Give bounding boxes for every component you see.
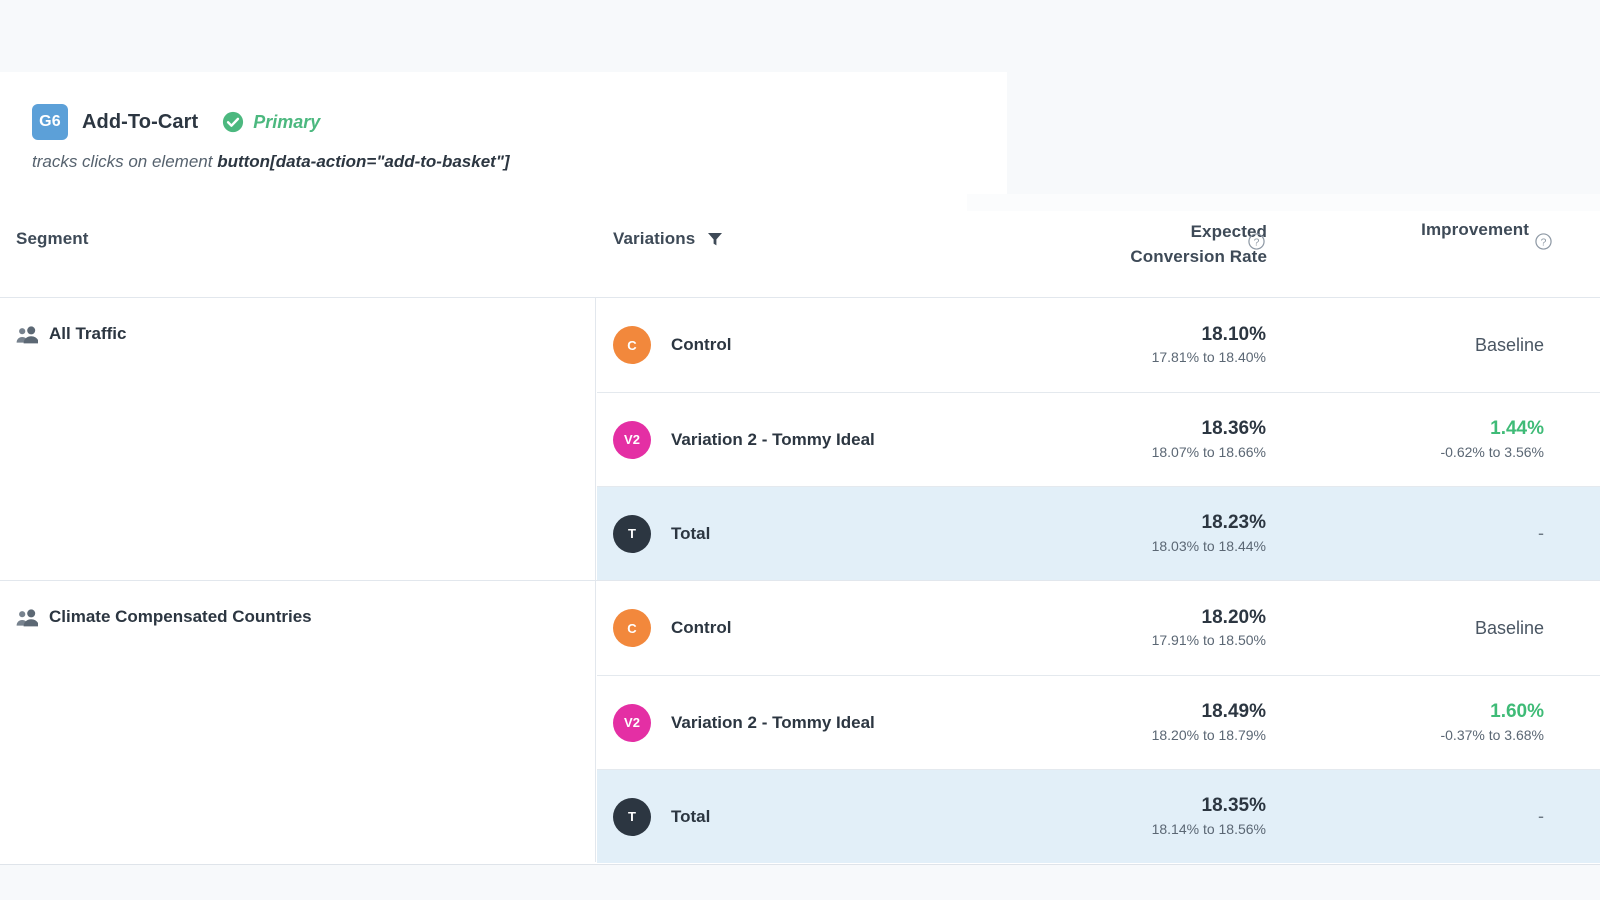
improvement-cell: -: [1333, 523, 1600, 544]
expected-conversion-rate-value: 18.49%: [1201, 701, 1266, 723]
improvement-interval: -0.62% to 3.56%: [1440, 443, 1544, 460]
table-row[interactable]: V2 Variation 2 - Tommy Ideal 18.36% 18.07% …: [597, 392, 1600, 486]
goal-description-selector: button[data-action="add-to-basket"]: [217, 152, 510, 171]
goal-badge: G6: [32, 104, 68, 140]
avatar: C: [613, 326, 651, 364]
variation-name: Variation 2 - Tommy Ideal: [671, 429, 875, 449]
expected-conversion-rate-value: 18.10%: [1201, 323, 1266, 345]
primary-status: Primary: [222, 111, 320, 133]
variation-cell: T Total: [597, 797, 967, 836]
expected-cr-line-2: Conversion Rate: [1130, 246, 1267, 266]
improvement-value: 1.60%: [1490, 701, 1544, 723]
expected-conversion-rate-interval: 17.81% to 18.40%: [1151, 349, 1266, 366]
column-header-variations[interactable]: Variations: [613, 229, 723, 249]
improvement-value: -: [1538, 523, 1544, 543]
improvement-value: Baseline: [1474, 617, 1544, 638]
variation-rows: C Control 18.10% 17.81% to 18.40% Baseline V2…: [597, 298, 1600, 580]
results-table-body: All Traffic C Control 18.10% 17.81% to 18.40…: [0, 297, 1600, 865]
expected-conversion-rate-value: 18.36%: [1201, 418, 1266, 440]
variation-name: Total: [671, 806, 711, 826]
expected-conversion-rate-value: 18.20%: [1201, 606, 1266, 628]
segment-group: Climate Compensated Countries C Control 18.…: [0, 580, 1600, 863]
goal-card: G6 Add-To-Cart Primary tracks clicks on …: [0, 72, 1007, 194]
avatar: T: [613, 514, 651, 553]
improvement-cell: Baseline: [1333, 333, 1600, 357]
segment-cell[interactable]: Climate Compensated Countries: [0, 581, 596, 862]
improvement-value: -: [1538, 806, 1544, 826]
variation-name: Variation 2 - Tommy Ideal: [671, 712, 875, 732]
avatar: C: [613, 609, 651, 647]
expected-conversion-rate-cell: 18.23% 18.03% to 18.44%: [967, 510, 1333, 557]
segment-cell[interactable]: All Traffic: [0, 298, 596, 580]
help-circle-icon-improvement[interactable]: ?: [1535, 233, 1552, 250]
goal-description: tracks clicks on element button[data-act…: [32, 152, 510, 172]
improvement-cell: 1.44% -0.62% to 3.56%: [1333, 416, 1600, 463]
expected-conversion-rate-value: 18.35%: [1201, 795, 1266, 817]
improvement-cell: -: [1333, 806, 1600, 827]
column-header-expected-conversion-rate: Expected Conversion Rate: [967, 220, 1267, 269]
goal-description-prefix: tracks clicks on element: [32, 152, 218, 171]
table-header: Segment Variations Expected Conversion R…: [0, 194, 1600, 297]
expected-conversion-rate-cell: 18.35% 18.14% to 18.56%: [967, 793, 1333, 840]
users-icon: [16, 324, 38, 344]
expected-conversion-rate-value: 18.23%: [1201, 512, 1266, 534]
segment-group: All Traffic C Control 18.10% 17.81% to 18.40…: [0, 298, 1600, 580]
avatar: V2: [613, 703, 651, 742]
variation-name: Control: [671, 618, 732, 637]
improvement-cell: 1.60% -0.37% to 3.68%: [1333, 699, 1600, 746]
table-row[interactable]: T Total 18.35% 18.14% to 18.56% -: [597, 769, 1600, 863]
expected-conversion-rate-cell: 18.20% 17.91% to 18.50%: [967, 605, 1333, 652]
improvement-cell: Baseline: [1333, 616, 1600, 640]
svg-text:?: ?: [1541, 237, 1547, 248]
variation-cell: V2 Variation 2 - Tommy Ideal: [597, 703, 967, 742]
expected-conversion-rate-interval: 18.03% to 18.44%: [1151, 537, 1266, 554]
goal-header-row: G6 Add-To-Cart Primary: [32, 104, 320, 140]
expected-conversion-rate-interval: 18.07% to 18.66%: [1151, 443, 1266, 460]
avatar: V2: [613, 420, 651, 459]
expected-conversion-rate-cell: 18.49% 18.20% to 18.79%: [967, 699, 1333, 746]
column-header-improvement: Improvement: [1421, 220, 1529, 239]
expected-conversion-rate-interval: 18.20% to 18.79%: [1151, 726, 1266, 743]
help-circle-icon-expected-cr[interactable]: ?: [1248, 233, 1265, 250]
svg-text:?: ?: [1254, 237, 1260, 248]
variation-cell: C Control: [597, 609, 967, 647]
segment-label: Climate Compensated Countries: [49, 607, 312, 626]
table-row[interactable]: V2 Variation 2 - Tommy Ideal 18.49% 18.20% …: [597, 675, 1600, 769]
primary-label: Primary: [253, 111, 321, 132]
table-row[interactable]: C Control 18.20% 17.91% to 18.50% Baseline: [597, 581, 1600, 675]
variation-name: Control: [671, 335, 732, 354]
table-row[interactable]: C Control 18.10% 17.81% to 18.40% Baseline: [597, 298, 1600, 392]
expected-conversion-rate-interval: 17.91% to 18.50%: [1151, 632, 1266, 649]
check-circle-icon: [222, 111, 244, 133]
variation-cell: C Control: [597, 326, 967, 364]
avatar: T: [613, 797, 651, 836]
table-row[interactable]: T Total 18.23% 18.03% to 18.44% -: [597, 486, 1600, 580]
column-header-variations-label: Variations: [613, 229, 696, 248]
improvement-value: 1.44%: [1490, 418, 1544, 440]
expected-conversion-rate-interval: 18.14% to 18.56%: [1151, 820, 1266, 837]
results-page: G6 Add-To-Cart Primary tracks clicks on …: [0, 0, 1600, 900]
goal-title: Add-To-Cart: [82, 110, 199, 133]
filter-icon[interactable]: [707, 231, 723, 247]
variation-name: Total: [671, 523, 711, 543]
expected-conversion-rate-cell: 18.10% 17.81% to 18.40%: [967, 322, 1333, 369]
segment-label: All Traffic: [49, 324, 127, 343]
variation-cell: T Total: [597, 514, 967, 553]
variation-rows: C Control 18.20% 17.91% to 18.50% Baseline V2…: [597, 581, 1600, 863]
expected-conversion-rate-cell: 18.36% 18.07% to 18.66%: [967, 416, 1333, 463]
improvement-interval: -0.37% to 3.68%: [1440, 726, 1544, 743]
column-header-segment: Segment: [16, 229, 89, 248]
variation-cell: V2 Variation 2 - Tommy Ideal: [597, 420, 967, 459]
improvement-value: Baseline: [1474, 334, 1544, 355]
users-icon: [16, 607, 38, 627]
